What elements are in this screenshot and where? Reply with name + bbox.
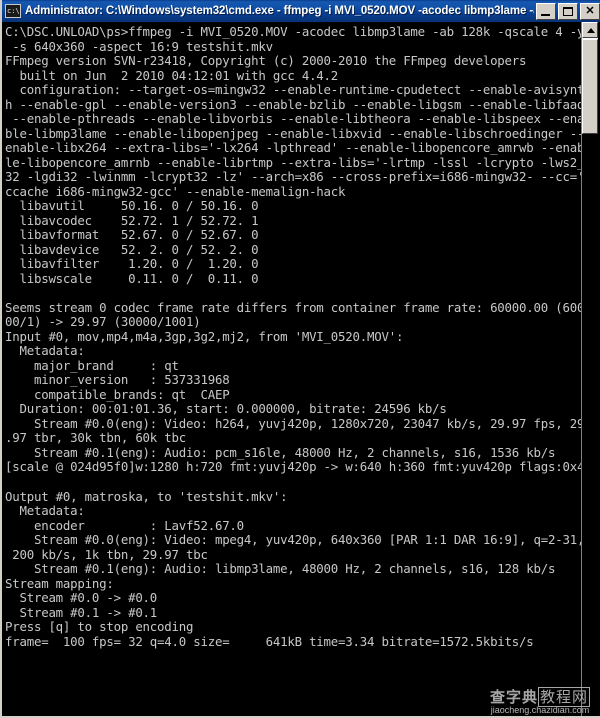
close-button[interactable]: ✕ [580, 2, 600, 20]
scrollbar-thumb[interactable] [582, 39, 598, 134]
vertical-scrollbar[interactable] [581, 22, 598, 716]
maximize-icon [563, 6, 573, 16]
chevron-up-icon [587, 28, 595, 33]
window-title: Administrator: C:\Windows\system32\cmd.e… [25, 5, 534, 17]
scroll-up-button[interactable] [582, 22, 598, 38]
console-output-area[interactable]: C:\DSC.UNLOAD\ps>ffmpeg -i MVI_0520.MOV … [4, 22, 600, 716]
console-output-text: C:\DSC.UNLOAD\ps>ffmpeg -i MVI_0520.MOV … [5, 25, 583, 649]
cmd-icon [5, 4, 21, 18]
console-window: Administrator: C:\Windows\system32\cmd.e… [0, 0, 600, 718]
scrollbar-track[interactable] [582, 134, 598, 716]
maximize-button[interactable] [558, 2, 578, 20]
minimize-button[interactable] [536, 2, 556, 20]
title-bar[interactable]: Administrator: C:\Windows\system32\cmd.e… [2, 0, 600, 22]
minimize-icon [541, 13, 550, 16]
close-icon: ✕ [585, 4, 595, 17]
